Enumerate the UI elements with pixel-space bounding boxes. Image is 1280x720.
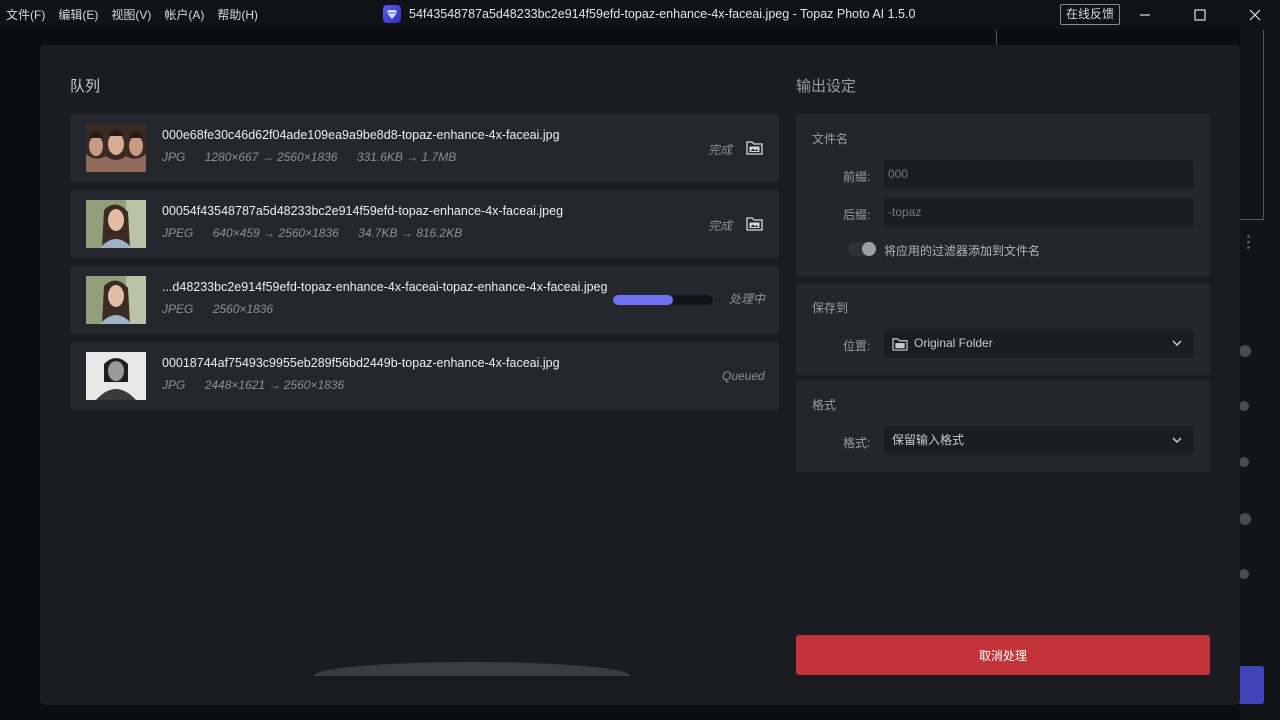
chevron-down-icon	[1172, 437, 1182, 443]
background-slider-knob	[1239, 457, 1249, 467]
suffix-input[interactable]: -topaz	[884, 198, 1194, 227]
queue-item-dimensions: 1280×667 → 2560×1836	[204, 150, 338, 164]
window-title-text: 54f43548787a5d48233bc2e914f59efd-topaz-e…	[409, 7, 916, 21]
progress-bar	[613, 295, 713, 305]
feedback-button[interactable]: 在线反馈	[1060, 4, 1121, 25]
save-to-section: 保存到 位置: Original Folder	[796, 283, 1210, 375]
format-section-label: 格式	[812, 398, 837, 412]
prefix-label: 前缀:	[843, 170, 871, 184]
app-logo-icon	[383, 5, 401, 23]
background-slider-knob	[1239, 401, 1249, 411]
background-slider-knob	[1239, 569, 1249, 579]
filename-section-label: 文件名	[812, 132, 849, 146]
queue-item-meta: JPEG 2560×1836	[162, 302, 289, 316]
format-select[interactable]: 保留输入格式	[884, 426, 1194, 455]
thumbnail-image	[86, 124, 146, 172]
window-title: 54f43548787a5d48233bc2e914f59efd-topaz-e…	[383, 5, 915, 23]
queue-item-size: 34.7KB → 816.2KB	[358, 226, 463, 240]
queue-item[interactable]: 00018744af75493c9955eb289f56bd2449b-topa…	[70, 342, 779, 410]
queue-item-status: 处理中	[729, 292, 766, 306]
queue-item-filename: 000e68fe30c46d62f04ade109ea9a9be8d8-topa…	[162, 128, 560, 142]
queue-item-status: Queued	[722, 369, 765, 383]
processing-dialog: 队列 输出设定 000e68fe30c46d62f04ade109ea9a9be…	[40, 45, 1240, 705]
suffix-label: 后缀:	[843, 208, 871, 222]
queue-item-format: JPG	[162, 150, 186, 164]
queue-item-dimensions: 640×459 → 2560×1836	[212, 226, 339, 240]
queue-item-filename: ...d48233bc2e914f59efd-topaz-enhance-4x-…	[162, 280, 608, 294]
location-value: Original Folder	[914, 336, 993, 350]
filter-name-toggle-label: 将应用的过滤器添加到文件名	[884, 244, 1041, 258]
menu-account[interactable]: 帐户(A)	[164, 6, 204, 23]
bottom-shadow-decoration	[314, 662, 630, 676]
format-value: 保留输入格式	[892, 433, 965, 447]
queue-item[interactable]: ...d48233bc2e914f59efd-topaz-enhance-4x-…	[70, 266, 779, 334]
filter-name-toggle[interactable]	[848, 242, 876, 256]
folder-icon	[892, 337, 908, 351]
queue-item[interactable]: 00054f43548787a5d48233bc2e914f59efd-topa…	[70, 190, 779, 258]
save-to-section-label: 保存到	[812, 301, 849, 315]
maximize-button[interactable]	[1180, 0, 1220, 29]
queue-item-meta: JPG 1280×667 → 2560×1836 331.6KB → 1.7MB	[162, 150, 472, 164]
output-settings-title: 输出设定	[796, 78, 857, 95]
queue-item[interactable]: 000e68fe30c46d62f04ade109ea9a9be8d8-topa…	[70, 114, 779, 182]
maximize-icon	[1194, 8, 1206, 21]
format-label: 格式:	[843, 436, 871, 450]
prefix-input[interactable]: 000	[884, 160, 1194, 189]
queue-item-dimensions: 2448×1621 → 2560×1836	[204, 378, 345, 392]
location-select[interactable]: Original Folder	[884, 329, 1194, 358]
more-options-icon	[1247, 235, 1250, 249]
close-icon	[1249, 9, 1261, 20]
queue-item-filename: 00018744af75493c9955eb289f56bd2449b-topa…	[162, 356, 560, 370]
background-slider-knob	[1239, 513, 1251, 525]
queue-item-size: 331.6KB → 1.7MB	[356, 150, 457, 164]
menu-bar: 文件(F) 编辑(E) 视图(V) 帐户(A) 帮助(H)	[0, 6, 271, 23]
progress-bar-fill	[613, 295, 673, 305]
format-section: 格式 格式: 保留输入格式	[796, 380, 1210, 472]
thumbnail-image	[86, 352, 146, 400]
queue-item-meta: JPEG 640×459 → 2560×1836 34.7KB → 816.2K…	[162, 226, 478, 240]
open-folder-icon[interactable]	[746, 216, 763, 231]
toggle-knob	[862, 242, 876, 256]
menu-help[interactable]: 帮助(H)	[217, 6, 258, 23]
queue-item-format: JPEG	[162, 226, 194, 240]
queue-item-filename: 00054f43548787a5d48233bc2e914f59efd-topa…	[162, 204, 564, 218]
open-folder-icon[interactable]	[746, 140, 763, 155]
queue-item-format: JPEG	[162, 302, 194, 316]
cancel-processing-button[interactable]: 取消处理	[796, 635, 1210, 675]
queue-item-status: 完成	[708, 143, 733, 157]
thumbnail-image	[86, 276, 146, 324]
background-slider-knob	[1239, 345, 1251, 357]
chevron-down-icon	[1172, 340, 1182, 346]
minimize-icon	[1140, 13, 1150, 16]
thumbnail-image	[86, 200, 146, 248]
queue-title: 队列	[70, 78, 101, 95]
location-label: 位置:	[843, 339, 871, 353]
menu-view[interactable]: 视图(V)	[111, 6, 151, 23]
menu-edit[interactable]: 编辑(E)	[58, 6, 98, 23]
close-button[interactable]	[1235, 0, 1275, 29]
queue-item-status: 完成	[708, 219, 733, 233]
queue-item-format: JPG	[162, 378, 186, 392]
filename-section: 文件名 前缀: 000 后缀: -topaz 将应用的过滤器添加到文件名	[796, 114, 1210, 277]
menu-file[interactable]: 文件(F)	[6, 6, 45, 23]
title-bar: 文件(F) 编辑(E) 视图(V) 帐户(A) 帮助(H) 54f4354878…	[0, 0, 1280, 29]
queue-item-dimensions: 2560×1836	[212, 302, 274, 316]
minimize-button[interactable]	[1125, 0, 1165, 29]
queue-item-meta: JPG 2448×1621 → 2560×1836	[162, 378, 360, 392]
